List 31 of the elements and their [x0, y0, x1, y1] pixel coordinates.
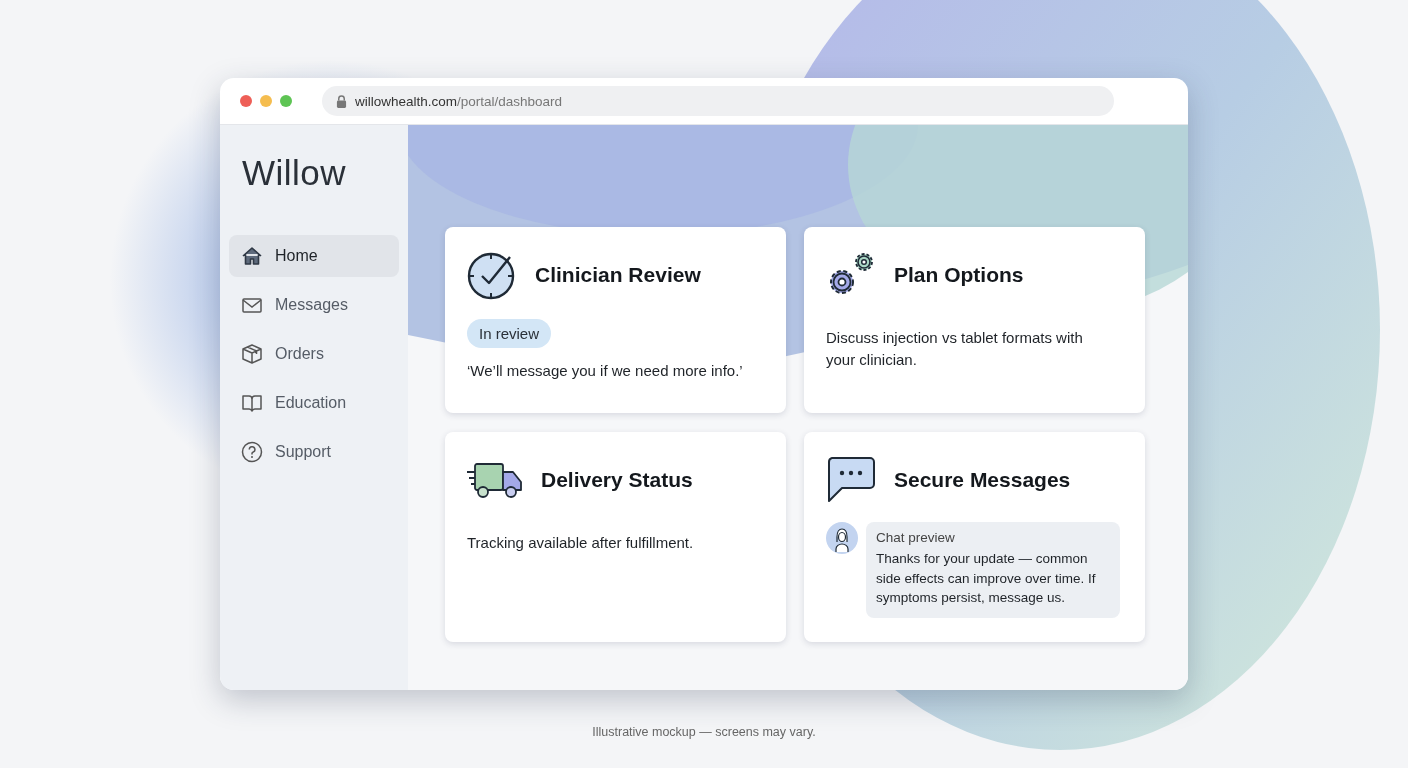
maximize-window-button[interactable]: [280, 95, 292, 107]
book-icon: [241, 392, 263, 414]
clock-check-icon: [467, 250, 517, 300]
address-bar[interactable]: willowhealth.com/portal/dashboard: [322, 86, 1114, 116]
sidebar-item[interactable]: Orders: [229, 333, 399, 375]
chat-message: Thanks for your update — common side effects can improve over time. If symptoms persist, message us.: [876, 550, 1097, 607]
caption-text: Illustrative mockup — screens may vary.: [592, 725, 816, 739]
card-title: Secure Messages: [894, 468, 1071, 492]
url-text: willowhealth.com/portal/dashboard: [355, 93, 563, 109]
close-window-button[interactable]: [240, 95, 252, 107]
card-text: ‘We’ll message you if we need more info.’: [467, 361, 744, 381]
home-icon: [241, 245, 263, 267]
truck-icon: [467, 460, 523, 500]
card-text: Tracking available after fulfillment.: [467, 533, 695, 553]
chat-bubble-icon: [826, 455, 876, 505]
help-icon: [241, 441, 263, 463]
avatar-icon: [826, 522, 858, 554]
lock-icon: [336, 94, 347, 108]
logo-text: Willow: [241, 152, 348, 194]
sidebar-item[interactable]: Support: [229, 431, 399, 473]
box-icon: [241, 343, 263, 365]
chat-label: Chat preview: [876, 530, 956, 545]
sidebar-item[interactable]: Education: [229, 382, 399, 424]
card-title: Delivery Status: [541, 468, 693, 492]
sidebar-item[interactable]: Home: [229, 235, 399, 277]
minimize-window-button[interactable]: [260, 95, 272, 107]
card-title: Plan Options: [894, 263, 1024, 287]
card-title: Clinician Review: [535, 263, 701, 287]
card-text: Discuss injection vs tablet formats with your clinician.: [826, 328, 1084, 370]
status-badge: In review: [467, 319, 552, 348]
sidebar-item[interactable]: Messages: [229, 284, 399, 326]
